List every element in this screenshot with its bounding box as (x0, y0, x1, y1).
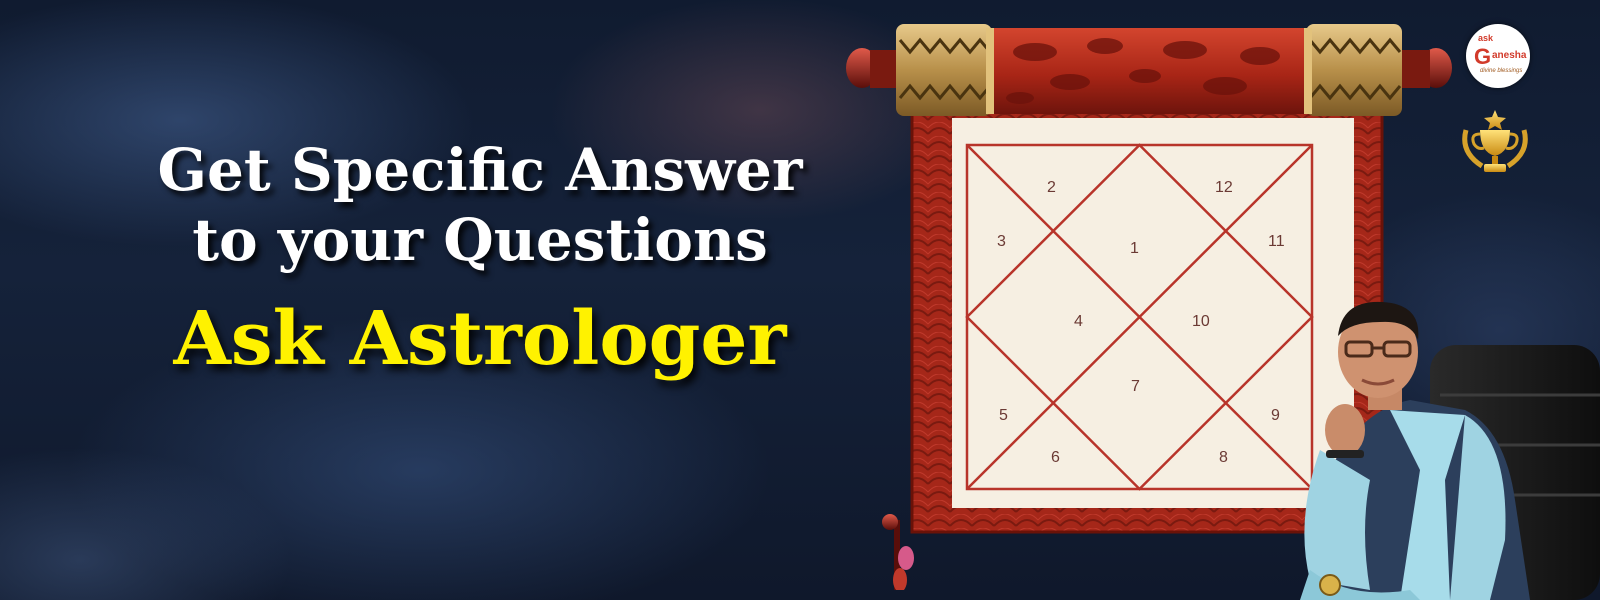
banner: Get Specific Answer to your Questions As… (0, 0, 1600, 600)
scroll-tassel (882, 514, 914, 590)
scroll-roller (846, 24, 1452, 116)
astrologer-photo (1300, 301, 1600, 600)
house-7: 7 (1131, 378, 1140, 395)
house-10: 10 (1192, 313, 1210, 330)
headline: Get Specific Answer to your Questions As… (40, 135, 920, 383)
logo-text-anesha: anesha (1492, 50, 1527, 61)
logo-tagline: divine blessings (1480, 68, 1523, 74)
house-11: 11 (1268, 233, 1285, 250)
house-5: 5 (999, 407, 1008, 424)
trophy-icon (1462, 110, 1528, 172)
house-2: 2 (1047, 179, 1056, 196)
headline-line-1: Get Specific Answer (157, 136, 803, 204)
logo-text-ask: ask (1478, 33, 1494, 43)
headline-line-2: to your Questions (192, 206, 768, 274)
house-4: 4 (1074, 313, 1083, 330)
house-12: 12 (1215, 179, 1233, 196)
askganesha-logo[interactable]: ask G anesha divine blessings (1466, 24, 1530, 88)
house-1: 1 (1130, 240, 1139, 257)
house-8: 8 (1219, 449, 1228, 466)
headline-cta: Ask Astrologer (173, 296, 787, 382)
house-9: 9 (1271, 407, 1280, 424)
house-3: 3 (997, 233, 1006, 250)
house-6: 6 (1051, 449, 1060, 466)
logo-ganesha-mark: G (1474, 44, 1492, 69)
